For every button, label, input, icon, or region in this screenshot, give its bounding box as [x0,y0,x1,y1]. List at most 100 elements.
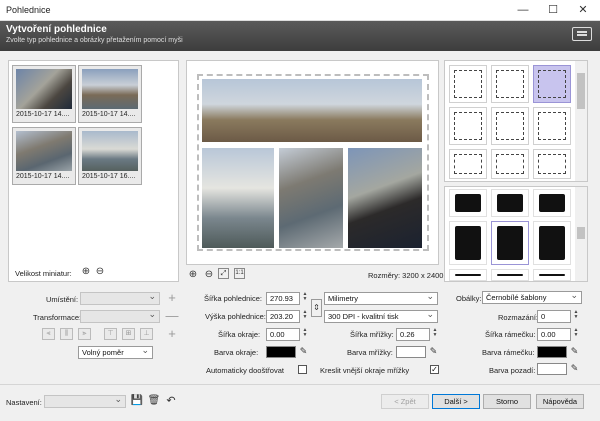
frame-mask-option[interactable] [491,269,529,281]
swap-dimensions-icon[interactable]: ⇕ [311,299,322,317]
thumbnail-image [82,69,138,109]
minimize-icon[interactable]: — [508,0,538,20]
photo-slot-river[interactable] [279,148,343,248]
background-color-swatch[interactable] [537,363,567,375]
transform-select[interactable] [80,309,160,323]
frame-mask-option-selected[interactable] [491,221,529,265]
postcard-canvas [197,74,429,251]
auto-fit-checkbox[interactable] [298,365,307,374]
footer-divider [0,384,600,385]
layout-option[interactable] [533,107,571,145]
unit-value: Milimetry [328,294,358,303]
border-color-label: Barva okraje: [214,348,259,357]
frame-mask-option[interactable] [533,221,571,265]
thumbnail-image [16,131,72,171]
width-spinner[interactable]: ▲ ▼ [301,292,309,303]
back-button[interactable]: < Zpět [381,394,429,409]
frame-mask-option[interactable] [449,221,487,265]
thumbnail-item[interactable]: 2015-10-17 14.... [12,127,76,185]
outer-edges-checkbox[interactable]: ✓ [430,365,439,374]
layout-scrollbar[interactable] [575,61,587,181]
thumbnail-item[interactable]: 2015-10-17 14.... [12,65,76,123]
ratio-select[interactable]: Volný poměr [78,345,153,359]
align-top-icon[interactable]: ⊤ [104,328,117,340]
outer-edges-label: Kreslit vnější okraje mřížky [320,366,410,375]
layout-option[interactable] [449,65,487,103]
fit-icon[interactable]: ⤢ [218,268,229,279]
blur-spinner[interactable]: ▲ ▼ [572,310,580,321]
actual-size-icon[interactable]: 1:1 [234,268,245,279]
photo-slot-bridge[interactable] [202,148,274,248]
border-color-swatch[interactable] [266,346,296,358]
layout-option[interactable] [491,65,529,103]
frame-mask-option[interactable] [449,269,487,281]
close-icon[interactable]: ✕ [568,0,598,20]
frame-mask-scrollbar[interactable] [575,187,587,281]
help-button[interactable]: Nápověda [536,394,584,409]
zoom-out-icon[interactable]: ⊖ [93,265,107,279]
eyedropper-icon[interactable]: ✎ [569,346,580,357]
delete-icon[interactable]: 🗑 [147,394,161,408]
zoom-in-icon[interactable]: ⊕ [186,268,200,282]
layout-option[interactable] [491,149,529,179]
placement-label: Umístění: [46,295,79,304]
frame-mask-option[interactable] [491,189,529,217]
align-middle-v-icon[interactable]: ⊞ [122,328,135,340]
align-left-icon[interactable]: ⫷ [42,328,55,340]
layout-option[interactable] [533,149,571,179]
blur-input[interactable]: 0 [537,310,571,323]
photo-slot-portrait[interactable] [348,148,422,248]
dimensions-label: Rozměry: 3200 x 2400 [368,271,444,280]
dpi-select[interactable]: 300 DPI - kvalitní tisk [324,309,438,323]
zoom-out-icon[interactable]: ⊖ [202,268,216,282]
thumbnail-item[interactable]: 2015-10-17 16.... [78,127,142,185]
layout-option[interactable] [449,149,487,179]
frame-mask-option[interactable] [449,189,487,217]
grid-width-spinner[interactable]: ▲ ▼ [431,328,439,339]
border-width-input[interactable]: 0.00 [266,328,300,341]
grid-color-swatch[interactable] [396,346,426,358]
eyedropper-icon[interactable]: ✎ [428,346,439,357]
postcard-width-input[interactable]: 270.93 [266,292,300,305]
thumbnail-item[interactable]: 2015-10-17 14.... [78,65,142,123]
frame-width-spinner[interactable]: ▲ ▼ [572,328,580,339]
align-bottom-icon[interactable]: ⊥ [140,328,153,340]
add-icon[interactable]: + [165,291,179,305]
placement-select[interactable] [80,291,160,305]
thumbnail-image [16,69,72,109]
frame-width-input[interactable]: 0.00 [537,328,571,341]
frame-mask-option[interactable] [533,189,571,217]
save-icon[interactable]: 💾 [130,394,144,408]
eyedropper-icon[interactable]: ✎ [569,363,580,374]
next-button[interactable]: Další > [432,394,480,409]
remove-icon[interactable]: — [165,309,179,323]
grid-width-input[interactable]: 0.26 [396,328,430,341]
align-right-icon[interactable]: ⫸ [78,328,91,340]
frame-color-label: Barva rámečku: [482,348,535,357]
frame-color-swatch[interactable] [537,346,567,358]
layout-option-selected[interactable] [533,65,571,103]
align-center-h-icon[interactable]: ⫼ [60,328,73,340]
frame-mask-grid [444,186,588,282]
height-spinner[interactable]: ▲ ▼ [301,310,309,321]
frame-mask-option[interactable] [533,269,571,281]
postcard-height-input[interactable]: 203.20 [266,310,300,323]
border-width-spinner[interactable]: ▲ ▼ [301,328,309,339]
auto-fit-label: Automaticky dooštřovat [206,366,284,375]
envelope-select[interactable]: Černobílé šablony [482,290,582,304]
settings-select[interactable] [44,394,126,408]
header-title: Vytvoření pohlednice [6,24,107,35]
photo-slot-top[interactable] [202,79,422,142]
layout-option[interactable] [449,107,487,145]
grid-width-label: Šířka mřížky: [350,330,394,339]
reset-icon[interactable]: ↶ [164,394,178,408]
maximize-icon[interactable]: ☐ [538,0,568,20]
layout-grid [444,60,588,182]
background-color-label: Barva pozadí: [489,366,536,375]
cancel-button[interactable]: Storno [483,394,531,409]
zoom-in-icon[interactable]: ⊕ [79,265,93,279]
eyedropper-icon[interactable]: ✎ [298,346,309,357]
add-icon[interactable]: + [165,327,179,341]
layout-option[interactable] [491,107,529,145]
unit-select[interactable]: Milimetry [324,291,438,305]
